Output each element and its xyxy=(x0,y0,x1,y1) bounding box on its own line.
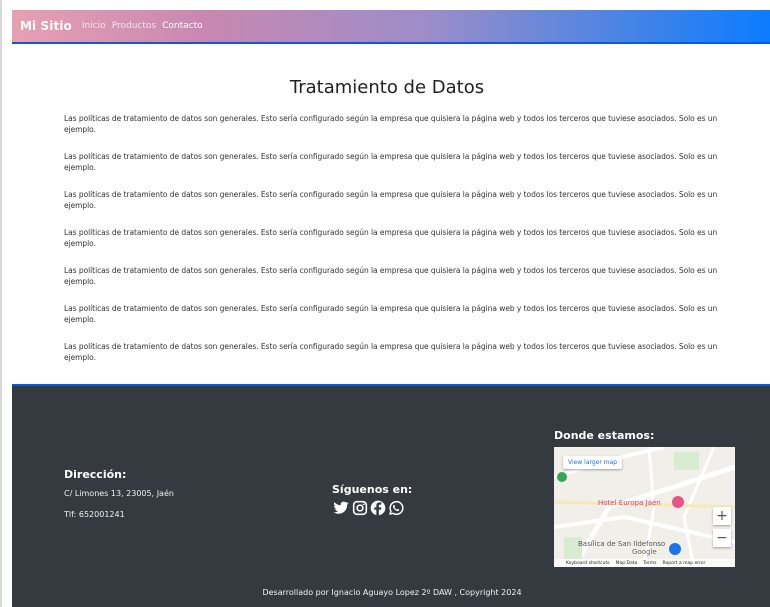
policy-paragraph: Las políticas de tratamiento de datos so… xyxy=(64,342,718,362)
map-label-hotel: Hotel Europa Jaén xyxy=(598,499,661,507)
map-label-basilica: Basílica de San Ildefonso xyxy=(578,540,666,548)
policy-paragraph: Las políticas de tratamiento de datos so… xyxy=(64,190,718,210)
address-heading: Dirección: xyxy=(64,468,127,481)
keyboard-shortcuts-link[interactable]: Keyboard shortcuts xyxy=(566,561,610,566)
map-attribution: Keyboard shortcuts Map Data Terms Report… xyxy=(554,559,735,567)
facebook-icon[interactable] xyxy=(370,500,386,516)
policy-paragraphs: Las políticas de tratamiento de datos so… xyxy=(64,113,734,379)
address-text: C/ Limones 13, 23005, Jaén xyxy=(64,489,174,498)
brand-link[interactable]: Mi Sitio xyxy=(20,19,72,33)
instagram-icon[interactable] xyxy=(352,500,368,516)
report-map-error-link[interactable]: Report a map error xyxy=(663,561,706,566)
phone-text: Tlf: 652001241 xyxy=(64,510,125,519)
policy-paragraph: Las políticas de tratamiento de datos so… xyxy=(64,228,718,248)
main-content: Tratamiento de Datos Las políticas de tr… xyxy=(2,44,770,384)
policy-paragraph: Las políticas de tratamiento de datos so… xyxy=(64,266,718,286)
social-section: Síguenos en: xyxy=(332,483,412,516)
terms-link[interactable]: Terms xyxy=(643,561,656,566)
zoom-in-button[interactable]: + xyxy=(713,507,731,525)
footer: Dirección: C/ Limones 13, 23005, Jaén Tl… xyxy=(12,384,770,607)
policy-paragraph: Las políticas de tratamiento de datos so… xyxy=(64,304,718,324)
policy-paragraph: Las políticas de tratamiento de datos so… xyxy=(64,152,718,172)
page: Mi Sitio Inicio Productos Contacto Trata… xyxy=(0,0,770,607)
map-heading: Donde estamos: xyxy=(554,429,655,442)
nav-link-inicio[interactable]: Inicio xyxy=(82,21,106,31)
nav-link-productos[interactable]: Productos xyxy=(112,21,156,31)
social-heading: Síguenos en: xyxy=(332,483,413,496)
view-larger-map-link[interactable]: View larger map xyxy=(563,456,623,469)
navbar: Mi Sitio Inicio Productos Contacto xyxy=(12,10,770,44)
zoom-out-button[interactable]: − xyxy=(713,529,731,547)
page-title: Tratamiento de Datos xyxy=(289,77,485,98)
google-logo: Google xyxy=(632,548,657,556)
policy-paragraph: Las políticas de tratamiento de datos so… xyxy=(64,114,718,134)
address-section: Dirección: C/ Limones 13, 23005, Jaén Tl… xyxy=(64,468,174,519)
whatsapp-icon[interactable] xyxy=(388,500,404,516)
twitter-icon[interactable] xyxy=(332,500,350,516)
map-section: Donde estamos: View larger map Hotel Eur… xyxy=(554,429,735,567)
map-data-link[interactable]: Map Data xyxy=(616,561,638,566)
embedded-map[interactable]: View larger map Hotel Europa Jaén Basíli… xyxy=(554,447,735,567)
nav-link-contacto[interactable]: Contacto xyxy=(162,21,203,31)
copyright-text: Desarrollado por Ignacio Aguayo Lopez 2º… xyxy=(262,588,522,597)
social-icons xyxy=(332,500,412,516)
